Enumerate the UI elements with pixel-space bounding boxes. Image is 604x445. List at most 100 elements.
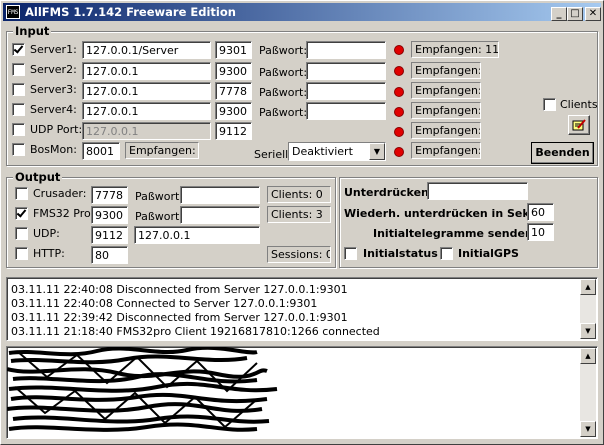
crusader-checkbox[interactable] <box>15 187 28 200</box>
http-checkbox[interactable] <box>15 247 28 260</box>
scroll-up-icon[interactable]: ▲ <box>580 279 596 295</box>
server2-received: Empfangen: 0 <box>411 62 481 79</box>
resuppress-label: Wiederh. unterdrücken in Sek: <box>344 207 535 220</box>
http-port-input[interactable]: 80 <box>91 246 128 264</box>
udp-port-checkbox[interactable] <box>12 123 25 136</box>
server2-port-input[interactable]: 9300 <box>215 62 252 80</box>
udp-status-led <box>395 128 403 136</box>
server2-password-label: Paßwort: <box>259 66 308 79</box>
server3-host-input[interactable]: 127.0.0.1 <box>82 82 211 100</box>
app-icon[interactable]: FMS <box>6 5 20 19</box>
initialstatus-checkbox[interactable] <box>344 247 357 260</box>
server4-host-input[interactable]: 127.0.0.1 <box>82 102 211 120</box>
output-udp-checkbox[interactable] <box>15 227 28 240</box>
server3-password-label: Paßwort: <box>259 86 308 99</box>
close-button[interactable]: ✕ <box>585 7 601 21</box>
fms32-label: FMS32 Pro: <box>33 207 95 220</box>
crusader-label: Crusader: <box>33 187 87 200</box>
server4-received: Empfangen: 0 <box>411 102 481 119</box>
bosmon-port-input[interactable]: 8001 <box>82 142 120 160</box>
log-scrollbar[interactable]: ▲ ▼ <box>580 279 596 339</box>
server4-port-input[interactable]: 9300 <box>215 102 252 120</box>
server3-status-led <box>395 88 403 96</box>
initialstatus-label: Initialstatus <box>363 247 438 260</box>
scribbled-redaction <box>7 347 278 432</box>
initialgps-label: InitialGPS <box>458 247 519 260</box>
scroll-up-icon[interactable]: ▲ <box>580 348 596 364</box>
chevron-down-icon[interactable]: ▼ <box>369 143 385 160</box>
output-group-label: Output <box>13 170 63 184</box>
log-line: 03.11.11 22:39:42 Disconnected from Serv… <box>11 311 348 324</box>
crusader-clients: Clients: 0 <box>267 186 331 203</box>
fms32-password-input[interactable] <box>180 206 260 224</box>
server4-checkbox[interactable] <box>12 103 25 116</box>
bosmon-received: Empfangen: 0 <box>125 142 199 159</box>
fms32-port-input[interactable]: 9300 <box>91 206 128 224</box>
fms32-checkbox[interactable] <box>15 207 28 220</box>
serial-label: Seriell: <box>254 148 292 161</box>
server1-port-input[interactable]: 9301 <box>215 41 252 59</box>
scroll-down-icon[interactable]: ▼ <box>580 323 596 339</box>
maximize-button[interactable]: □ <box>567 7 583 21</box>
udp-port-input[interactable]: 9112 <box>215 122 252 140</box>
connection-log[interactable]: 03.11.11 22:40:08 Disconnected from Serv… <box>6 277 598 341</box>
serial-received: Empfangen: 0 <box>411 142 481 159</box>
output-udp-port-input[interactable]: 9112 <box>91 226 128 244</box>
server1-received: Empfangen: 1134 <box>411 41 499 58</box>
server4-password-input[interactable] <box>306 102 386 120</box>
crusader-password-input[interactable] <box>180 186 260 204</box>
server1-checkbox[interactable] <box>12 43 25 56</box>
server2-host-input[interactable]: 127.0.0.1 <box>82 62 211 80</box>
server1-status-led <box>395 46 403 54</box>
server1-password-label: Paßwort: <box>259 44 308 57</box>
server1-host-input[interactable]: 127.0.0.1/Server <box>82 41 211 59</box>
window-title: AllFMS 1.7.142 Freeware Edition <box>25 5 236 19</box>
main-window: FMS AllFMS 1.7.142 Freeware Edition _ □ … <box>0 0 604 445</box>
log-line: 03.11.11 22:40:08 Disconnected from Serv… <box>11 283 348 296</box>
server4-status-led <box>395 108 403 116</box>
server2-label: Server2: <box>30 63 77 76</box>
bosmon-checkbox[interactable] <box>12 143 25 156</box>
quit-button[interactable]: Beenden <box>531 142 594 164</box>
log-line: 03.11.11 22:40:08 Connected to Server 12… <box>11 297 318 310</box>
serial-select[interactable]: Deaktiviert ▼ <box>288 142 386 161</box>
udp-host-input[interactable]: 127.0.0.1 <box>82 122 211 140</box>
server4-password-label: Paßwort: <box>259 106 308 119</box>
initial-input[interactable]: 10 <box>527 223 554 241</box>
server3-received: Empfangen: 0 <box>411 82 481 99</box>
serial-status-led <box>395 148 403 156</box>
fms32-clients: Clients: 3 <box>267 206 331 223</box>
initialgps-checkbox[interactable] <box>440 247 453 260</box>
server1-password-input[interactable] <box>306 41 386 59</box>
telegram-scrollbar[interactable]: ▲ ▼ <box>580 348 596 437</box>
server1-label: Server1: <box>30 43 77 56</box>
server2-password-input[interactable] <box>306 62 386 80</box>
udp-received: Empfangen: 0 <box>411 122 481 139</box>
minimize-button[interactable]: _ <box>551 7 567 21</box>
log-line: 03.11.11 21:18:40 FMS32pro Client 192168… <box>11 325 380 338</box>
fms32-password-label: Paßwort: <box>135 210 184 223</box>
http-sessions: Sessions: 0 <box>267 246 331 263</box>
crusader-port-input[interactable]: 7778 <box>91 186 128 204</box>
resuppress-input[interactable]: 60 <box>527 203 554 221</box>
clients-checkbox[interactable] <box>543 98 556 111</box>
scroll-down-icon[interactable]: ▼ <box>580 421 596 437</box>
output-udp-host-input[interactable]: 127.0.0.1 <box>134 226 260 244</box>
telegram-log[interactable]: ▲ ▼ <box>6 346 598 439</box>
server3-password-input[interactable] <box>306 82 386 100</box>
server3-port-input[interactable]: 7778 <box>215 82 252 100</box>
bosmon-label: BosMon: <box>30 143 77 156</box>
http-label: HTTP: <box>33 247 65 260</box>
server2-checkbox[interactable] <box>12 63 25 76</box>
title-bar[interactable]: FMS AllFMS 1.7.142 Freeware Edition _ □ … <box>3 3 601 21</box>
server3-label: Server3: <box>30 83 77 96</box>
server4-label: Server4: <box>30 103 77 116</box>
output-udp-label: UDP: <box>33 227 60 240</box>
server3-checkbox[interactable] <box>12 83 25 96</box>
server2-status-led <box>395 67 403 75</box>
clients-label: Clients <box>560 98 598 111</box>
serial-select-value: Deaktiviert <box>292 145 353 158</box>
crusader-password-label: Paßwort: <box>135 190 184 203</box>
notepad-pencil-icon[interactable] <box>568 115 590 135</box>
suppress-input[interactable] <box>427 182 528 200</box>
